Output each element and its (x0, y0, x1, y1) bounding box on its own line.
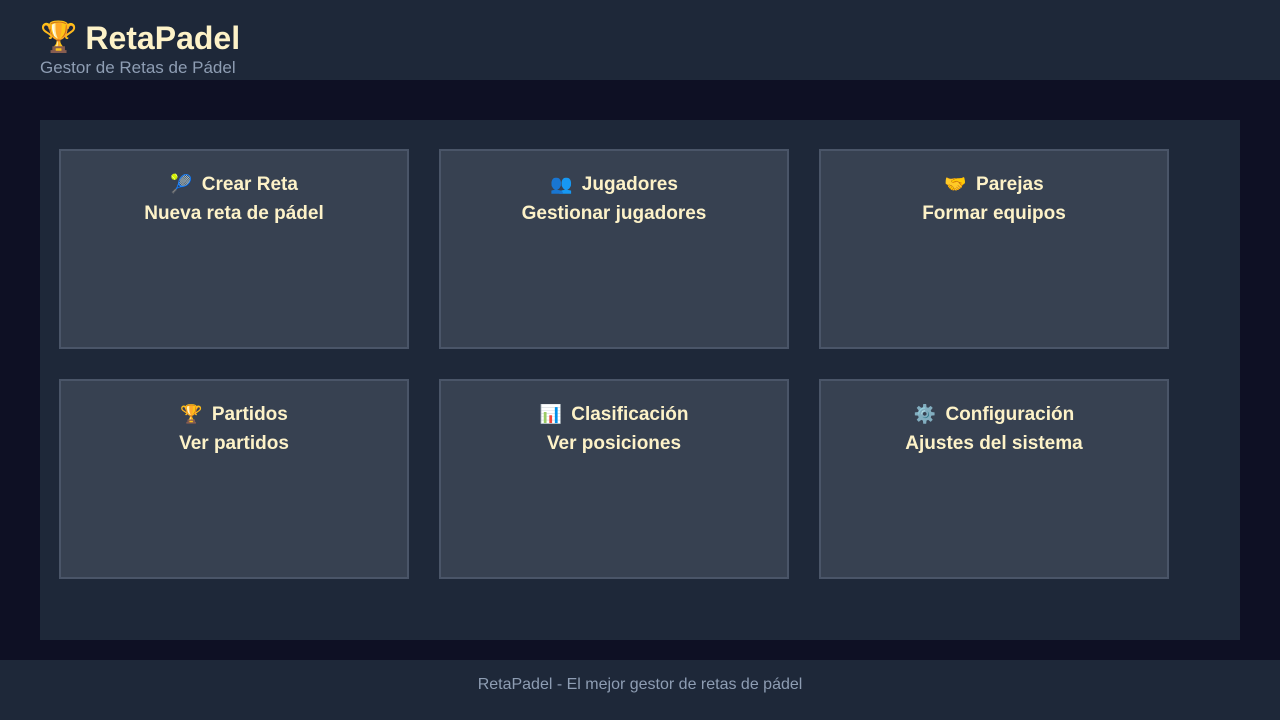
brand: 🏆 RetaPadel Gestor de Retas de Pádel (40, 18, 240, 78)
card-title-text: Partidos (211, 404, 288, 425)
tennis-ball-icon: 🎾 (170, 174, 193, 194)
card-title: 🎾 Crear Reta (61, 171, 407, 198)
card-title: 🤝 Parejas (821, 171, 1167, 198)
card-description: Ver posiciones (546, 433, 682, 454)
card-title-text: Parejas (976, 174, 1044, 195)
app-title: 🏆 RetaPadel (40, 18, 240, 58)
bar-chart-icon: 📊 (539, 404, 562, 424)
card-configuracion[interactable]: ⚙️ Configuración Ajustes del sistema (819, 379, 1169, 579)
card-title: 👥 Jugadores (441, 171, 787, 198)
card-description: Gestionar jugadores (521, 203, 707, 224)
card-title: 📊 Clasificación (441, 401, 787, 428)
card-description: Formar equipos (922, 203, 1066, 224)
card-parejas[interactable]: 🤝 Parejas Formar equipos (819, 149, 1169, 349)
card-description: Ver partidos (179, 433, 289, 454)
app-footer: RetaPadel - El mejor gestor de retas de … (0, 660, 1280, 720)
card-title-text: Configuración (945, 404, 1075, 425)
card-jugadores[interactable]: 👥 Jugadores Gestionar jugadores (439, 149, 789, 349)
card-title-text: Crear Reta (201, 174, 298, 195)
app-header: 🏆 RetaPadel Gestor de Retas de Pádel (0, 0, 1280, 80)
app-title-text: RetaPadel (85, 20, 241, 56)
main-panel: 🎾 Crear Reta Nueva reta de pádel 👥 Jugad… (40, 120, 1240, 640)
card-crear-reta[interactable]: 🎾 Crear Reta Nueva reta de pádel (59, 149, 409, 349)
app-subtitle: Gestor de Retas de Pádel (40, 58, 236, 77)
card-description: Ajustes del sistema (905, 433, 1083, 454)
gear-icon: ⚙️ (913, 404, 937, 424)
handshake-icon: 🤝 (944, 174, 967, 194)
footer-text: RetaPadel - El mejor gestor de retas de … (477, 676, 803, 693)
trophy-icon: 🏆 (180, 404, 203, 424)
card-partidos[interactable]: 🏆 Partidos Ver partidos (59, 379, 409, 579)
trophy-icon: 🏆 (40, 21, 78, 54)
players-icon: 👥 (550, 174, 573, 194)
card-title: ⚙️ Configuración (821, 401, 1167, 428)
card-title: 🏆 Partidos (61, 401, 407, 428)
card-clasificacion[interactable]: 📊 Clasificación Ver posiciones (439, 379, 789, 579)
card-title-text: Jugadores (581, 174, 678, 195)
card-description: Nueva reta de pádel (144, 203, 324, 224)
card-title-text: Clasificación (571, 404, 689, 425)
